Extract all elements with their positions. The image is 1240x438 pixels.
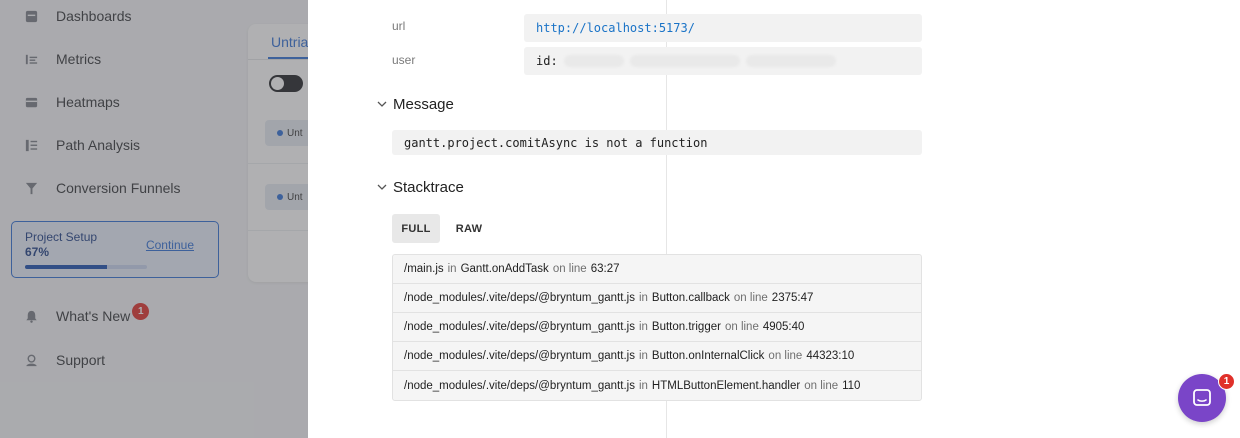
stack-frame[interactable]: /node_modules/.vite/deps/@bryntum_gantt.… [393,284,921,313]
stack-frame[interactable]: /node_modules/.vite/deps/@bryntum_gantt.… [393,342,921,371]
frame-in: in [638,321,648,333]
frame-in: in [447,263,457,275]
stack-frame[interactable]: /main.js in Gantt.onAddTask on line 63:27 [393,255,921,284]
frame-file: /node_modules/.vite/deps/@bryntum_gantt.… [404,321,635,333]
chat-notification-badge: 1 [1218,373,1235,390]
frame-on-line: on line [552,263,587,275]
stacktrace-heading: Stacktrace [393,178,464,196]
redacted-block [563,55,624,67]
chat-icon [1193,389,1211,406]
frame-function: Gantt.onAddTask [460,263,549,275]
redacted-block [629,55,740,67]
error-message-box: gantt.project.comitAsync is not a functi… [392,130,922,155]
frame-line: 4905:40 [762,321,805,333]
frame-file: /node_modules/.vite/deps/@bryntum_gantt.… [404,292,635,304]
stack-frame[interactable]: /node_modules/.vite/deps/@bryntum_gantt.… [393,313,921,342]
stacktrace-section-toggle[interactable]: Stacktrace [376,177,464,197]
frame-in: in [638,350,648,362]
frame-in: in [638,292,648,304]
frame-function: Button.onInternalClick [651,350,765,362]
frame-on-line: on line [724,321,759,333]
frame-function: Button.trigger [651,321,721,333]
tab-full[interactable]: FULL [392,214,440,243]
stack-frame[interactable]: /node_modules/.vite/deps/@bryntum_gantt.… [393,371,921,400]
frame-function: HTMLButtonElement.handler [651,379,801,392]
user-id-label: id: [536,54,558,68]
frame-line: 110 [842,379,861,392]
frame-on-line: on line [804,379,839,392]
frame-file: /node_modules/.vite/deps/@bryntum_gantt.… [404,350,635,362]
stacktrace-list: /main.js in Gantt.onAddTask on line 63:27 /n… [392,254,922,401]
tab-raw[interactable]: RAW [448,214,490,243]
modal-backdrop[interactable] [0,0,308,438]
frame-on-line: on line [733,292,768,304]
frame-on-line: on line [768,350,803,362]
frame-line: 44323:10 [806,350,855,362]
user-value: id: [524,47,922,75]
message-section-toggle[interactable]: Message [376,94,454,114]
chevron-down-icon [376,98,388,110]
frame-function: Button.callback [651,292,730,304]
frame-line: 2375:47 [771,292,814,304]
background-app: Dashboards Metrics Heatmaps Path Analysi… [0,0,308,438]
message-heading: Message [393,95,454,113]
chevron-down-icon [376,181,388,193]
frame-file: /node_modules/.vite/deps/@bryntum_gantt.… [404,379,635,392]
frame-line: 63:27 [590,263,620,275]
frame-file: /main.js [404,263,444,275]
frame-in: in [638,379,648,392]
url-value: http://localhost:5173/ [524,14,922,42]
redacted-block [745,55,836,67]
url-key: url [392,19,406,33]
user-key: user [392,53,416,67]
